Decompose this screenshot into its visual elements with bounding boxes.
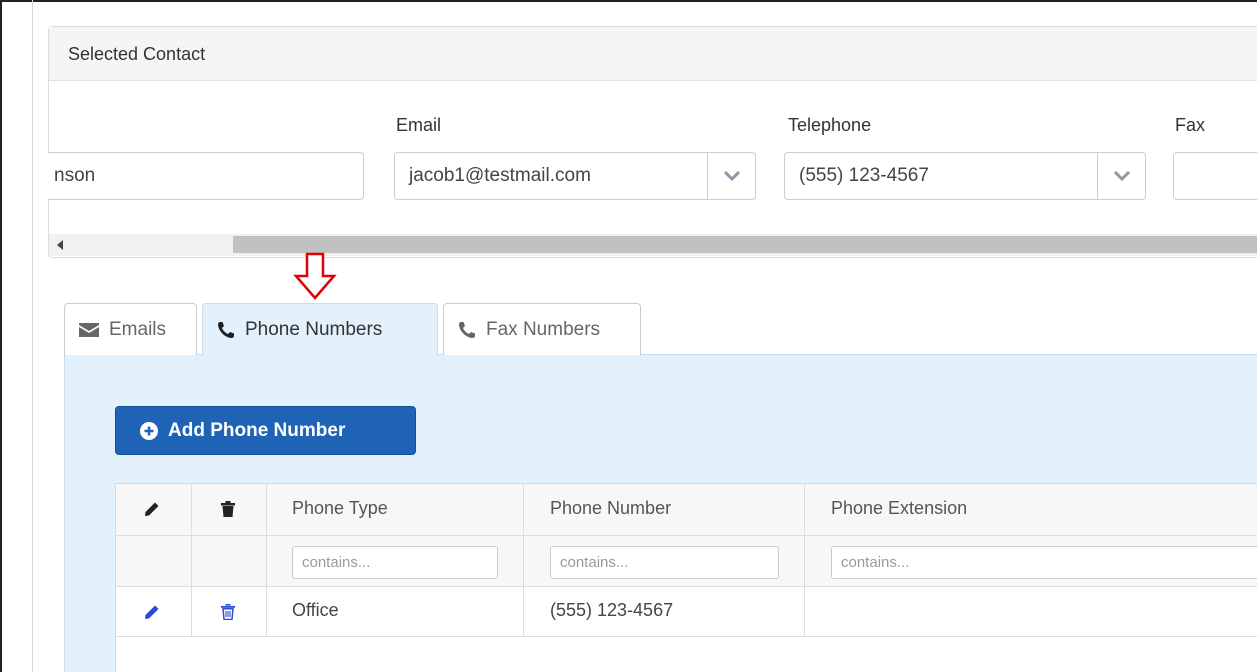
panel-heading: Selected Contact bbox=[49, 27, 1257, 81]
column-header-phone-number[interactable]: Phone Number bbox=[550, 498, 671, 519]
phone-icon bbox=[218, 322, 234, 338]
add-phone-number-label: Add Phone Number bbox=[168, 419, 346, 441]
row-edit-button[interactable] bbox=[144, 604, 160, 620]
row-delete-button[interactable] bbox=[221, 604, 235, 620]
pencil-icon bbox=[145, 502, 159, 516]
name-field-value: nson bbox=[54, 165, 96, 186]
fax-label: Fax bbox=[1175, 115, 1206, 135]
scrollbar-thumb[interactable] bbox=[233, 236, 1257, 253]
telephone-select-value: (555) 123-4567 bbox=[799, 165, 929, 186]
delete-column-header bbox=[221, 501, 235, 517]
telephone-select[interactable]: (555) 123-4567 bbox=[784, 152, 1146, 200]
column-header-phone-type[interactable]: Phone Type bbox=[292, 498, 388, 519]
fax-select[interactable] bbox=[1173, 152, 1257, 200]
phone-numbers-grid: Phone Type Phone Number Phone Extension … bbox=[115, 483, 1257, 672]
grid-header-row bbox=[116, 484, 1257, 536]
add-phone-number-button[interactable]: Add Phone Number bbox=[115, 406, 416, 455]
scroll-left-icon[interactable] bbox=[57, 240, 63, 250]
cell-phone-number: (555) 123-4567 bbox=[550, 600, 674, 620]
cell-phone-type: Office bbox=[292, 600, 339, 620]
column-divider bbox=[191, 484, 192, 637]
trash-icon bbox=[221, 501, 235, 517]
name-field[interactable]: nson bbox=[48, 152, 364, 200]
column-divider bbox=[523, 484, 524, 637]
annotation-arrow-icon bbox=[293, 252, 337, 300]
tab-fax-numbers[interactable]: Fax Numbers bbox=[443, 303, 641, 355]
telephone-label: Telephone bbox=[788, 115, 872, 135]
chevron-down-icon[interactable] bbox=[707, 153, 755, 199]
phone-icon bbox=[459, 321, 475, 338]
email-select[interactable]: jacob1@testmail.com bbox=[394, 152, 756, 200]
column-divider bbox=[266, 484, 267, 637]
email-label: Email bbox=[396, 115, 442, 135]
envelope-icon bbox=[79, 322, 99, 337]
tab-phone-numbers-label: Phone Numbers bbox=[245, 319, 383, 340]
edit-column-header bbox=[144, 501, 160, 517]
column-divider bbox=[804, 484, 805, 637]
phone-extension-filter-input[interactable] bbox=[831, 546, 1257, 579]
email-select-value: jacob1@testmail.com bbox=[409, 165, 591, 186]
left-rail bbox=[32, 0, 33, 672]
plus-circle-icon bbox=[140, 421, 158, 440]
table-row[interactable] bbox=[116, 587, 1257, 637]
trash-icon bbox=[221, 604, 235, 620]
tab-emails-label: Emails bbox=[109, 318, 167, 340]
column-header-phone-extension[interactable]: Phone Extension bbox=[831, 498, 967, 519]
phone-type-filter-input[interactable] bbox=[292, 546, 498, 579]
tab-fax-numbers-label: Fax Numbers bbox=[486, 318, 601, 340]
selected-contact-panel: Selected Contact bbox=[48, 26, 1257, 258]
tab-emails[interactable]: Emails bbox=[64, 303, 197, 355]
chevron-down-icon[interactable] bbox=[1097, 153, 1145, 199]
horizontal-scrollbar[interactable] bbox=[49, 234, 1257, 256]
tab-phone-numbers[interactable]: Phone Numbers bbox=[202, 303, 438, 356]
pencil-icon bbox=[145, 605, 159, 619]
phone-number-filter-input[interactable] bbox=[550, 546, 779, 579]
